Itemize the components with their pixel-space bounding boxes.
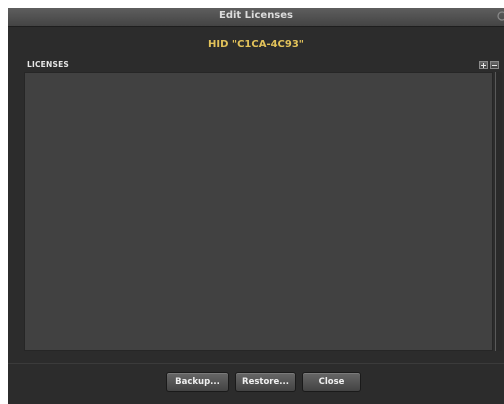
licenses-list[interactable] [24, 72, 493, 351]
close-button[interactable]: Close [302, 372, 361, 392]
minus-icon [492, 65, 497, 66]
edit-licenses-window: Edit Licenses HID "C1CA-4C93" LICENSES B… [8, 8, 504, 404]
restore-button[interactable]: Restore... [235, 372, 296, 392]
plus-icon [481, 63, 486, 68]
licenses-section-label: LICENSES [27, 60, 70, 69]
title-bar[interactable]: Edit Licenses [8, 8, 504, 27]
add-license-button[interactable] [479, 61, 488, 69]
remove-license-button[interactable] [490, 61, 499, 69]
footer-divider [8, 363, 504, 364]
hid-label: HID "C1CA-4C93" [207, 39, 305, 50]
backup-button[interactable]: Backup... [166, 372, 229, 392]
licenses-scrollbar[interactable] [495, 72, 502, 351]
window-corner-icon[interactable] [497, 10, 504, 22]
window-title: Edit Licenses [219, 10, 293, 21]
